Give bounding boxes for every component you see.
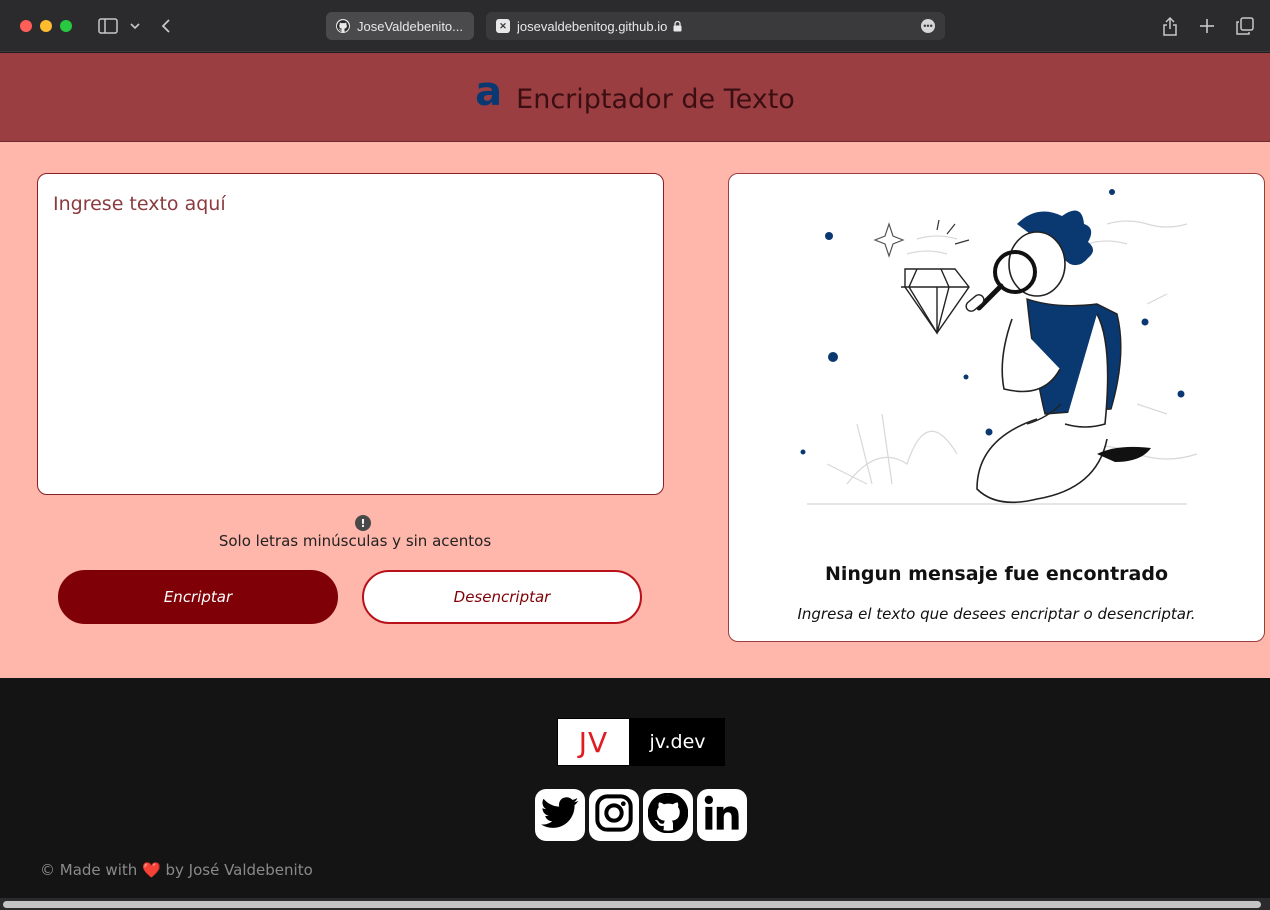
- minimize-window-button[interactable]: [40, 20, 52, 32]
- horizontal-scrollbar[interactable]: [0, 898, 1270, 910]
- brand-text: jv.dev: [649, 731, 706, 753]
- text-input[interactable]: [37, 173, 664, 495]
- instagram-link[interactable]: [589, 789, 639, 841]
- output-title: Ningun mensaje fue encontrado: [824, 563, 1169, 585]
- search-illustration: [800, 189, 1198, 505]
- tab-github[interactable]: JoseValdebenito...: [326, 12, 474, 40]
- more-options-icon[interactable]: •••: [921, 19, 935, 33]
- output-panel: Ningun mensaje fue encontrado Ingresa el…: [728, 173, 1265, 642]
- social-links: [535, 789, 747, 841]
- info-icon: !: [355, 515, 371, 531]
- tab-overview-icon[interactable]: [1234, 14, 1256, 38]
- twitter-icon: [541, 797, 579, 833]
- site-favicon-icon: ✕: [496, 19, 510, 33]
- github-favicon-icon: [336, 19, 350, 33]
- zoom-window-button[interactable]: [60, 20, 72, 32]
- instagram-icon: [594, 793, 634, 837]
- site-footer: JV jv.dev © Made with ❤️ by José Valdebe…: [0, 678, 1270, 898]
- copyright-prefix: © Made with: [40, 861, 138, 879]
- linkedin-link[interactable]: [697, 789, 747, 841]
- page-title: Encriptador de Texto: [516, 83, 795, 115]
- main-content: ! Solo letras minúsculas y sin acentos E…: [0, 142, 1270, 678]
- github-icon: [647, 792, 689, 837]
- tab-label: JoseValdebenito...: [357, 18, 463, 34]
- github-link[interactable]: [643, 789, 693, 841]
- lock-icon: [673, 20, 682, 32]
- heart-icon: ❤️: [142, 861, 161, 879]
- brand-logo[interactable]: JV jv.dev: [557, 718, 725, 766]
- copyright-suffix: by José Valdebenito: [165, 861, 313, 879]
- share-icon[interactable]: [1160, 14, 1180, 38]
- address-bar[interactable]: ✕ josevaldebenitog.github.io •••: [486, 12, 945, 40]
- chevron-down-icon[interactable]: [128, 14, 142, 38]
- encrypt-button[interactable]: Encriptar: [58, 570, 338, 624]
- linkedin-icon: [701, 792, 743, 838]
- decrypt-button[interactable]: Desencriptar: [362, 570, 642, 624]
- url-text: josevaldebenitog.github.io: [517, 18, 668, 34]
- new-tab-icon[interactable]: [1197, 14, 1217, 38]
- browser-toolbar: JoseValdebenito... ✕ josevaldebenitog.gi…: [0, 0, 1270, 52]
- jv-logo-mark: JV: [558, 719, 629, 765]
- hint-text: Solo letras minúsculas y sin acentos: [218, 532, 492, 550]
- twitter-link[interactable]: [535, 789, 585, 841]
- site-header: a Encriptador de Texto: [0, 53, 1270, 142]
- copyright-text: © Made with ❤️ by José Valdebenito: [40, 861, 313, 879]
- jv-logo-text: JV: [578, 725, 609, 759]
- close-window-button[interactable]: [20, 20, 32, 32]
- back-icon[interactable]: [158, 14, 174, 38]
- sidebar-icon[interactable]: [97, 14, 119, 38]
- alura-logo[interactable]: a: [475, 69, 502, 115]
- scrollbar-thumb[interactable]: [3, 901, 1261, 908]
- output-subtitle: Ingresa el texto que desees encriptar o …: [797, 605, 1196, 623]
